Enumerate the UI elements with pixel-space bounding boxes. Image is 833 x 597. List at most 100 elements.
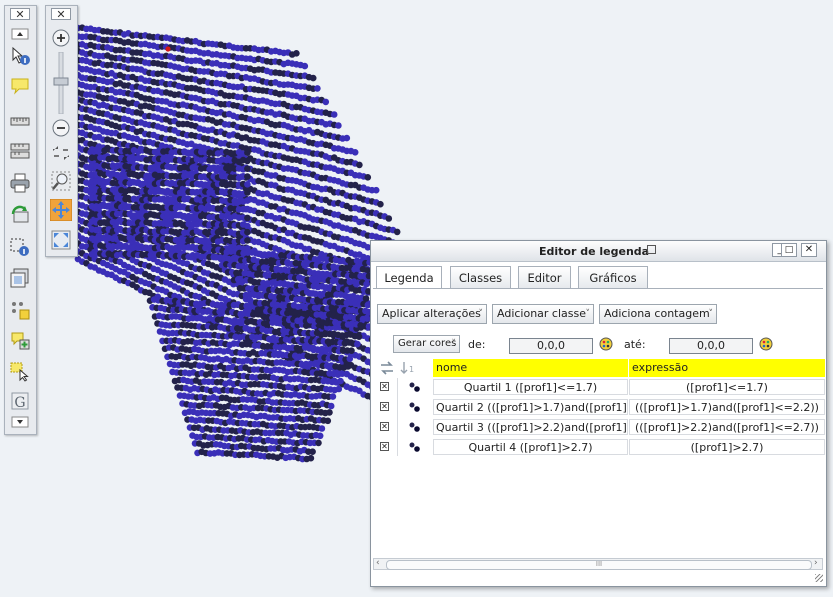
zoom-in-icon[interactable]	[48, 26, 74, 50]
legend-editor-window: Editor de legenda _ □ ✕ Legenda Classes …	[370, 240, 827, 587]
pan-icon[interactable]	[48, 198, 74, 222]
cell-expressao[interactable]: ([prof1]>2.7)	[629, 439, 825, 455]
tab-editor[interactable]: Editor	[518, 266, 571, 288]
cell-nome[interactable]: Quartil 1 ([prof1]<=1.7)	[433, 379, 628, 395]
map-point	[329, 393, 337, 400]
delete-checkbox-icon[interactable]: ✕	[380, 442, 389, 451]
column-header-expressao[interactable]: expressão	[629, 359, 825, 377]
sort-icon[interactable]	[379, 361, 395, 378]
map-point	[355, 333, 363, 341]
zoom-toolbar: ✕	[45, 5, 78, 257]
scroll-right-icon[interactable]: ›	[814, 558, 818, 568]
map-point	[244, 189, 251, 196]
cell-nome[interactable]: Quartil 3 (([prof1]>2.2)and([prof1]<	[433, 419, 628, 435]
chevron-down-icon: ˅	[478, 309, 484, 319]
from-color-field[interactable]: 0,0,0	[509, 338, 593, 354]
table-row[interactable]: ✕ Quartil 4 ([prof1]>2.7) ([prof1]>2.7)	[373, 438, 825, 456]
scroll-down-icon[interactable]	[7, 416, 33, 428]
horizontal-scrollbar[interactable]: ‹ III ›	[373, 558, 823, 570]
maximize-button[interactable]: □	[781, 243, 797, 257]
cell-nome[interactable]: Quartil 2 (([prof1]>1.7)and([prof1]<	[433, 399, 628, 415]
cell-nome[interactable]: Quartil 4 ([prof1]>2.7)	[433, 439, 628, 455]
edit-icon[interactable]	[7, 328, 33, 352]
to-color-field[interactable]: 0,0,0	[669, 338, 753, 354]
close-left-toolbar-button[interactable]: ✕	[10, 8, 30, 20]
cell-expressao[interactable]: (([prof1]>2.2)and([prof1]<=2.7))	[629, 419, 825, 435]
map-point	[244, 197, 251, 204]
map-point	[315, 439, 322, 447]
zoom-slider-icon[interactable]	[48, 52, 74, 114]
map-point	[293, 50, 300, 57]
zoom-out-icon[interactable]	[48, 116, 74, 140]
map-point	[244, 214, 251, 222]
add-class-button[interactable]: Adicionar classe ˅	[492, 304, 594, 324]
measure-distance-icon[interactable]	[7, 109, 33, 133]
scroll-up-icon[interactable]	[7, 28, 33, 40]
select-info-icon[interactable]	[7, 235, 33, 259]
tooltip-icon[interactable]	[7, 74, 33, 98]
map-point	[335, 122, 342, 129]
delete-checkbox-icon[interactable]: ✕	[380, 422, 389, 431]
legend-editor-title: Editor de legenda	[539, 245, 650, 258]
select-features-icon[interactable]	[7, 359, 33, 383]
cell-expressao[interactable]: (([prof1]>1.7)and([prof1]<=2.2))	[629, 399, 825, 415]
chevron-down-icon: ˅	[585, 309, 591, 319]
map-point	[322, 98, 330, 106]
delete-checkbox-icon[interactable]: ✕	[380, 382, 389, 391]
svg-text:G: G	[14, 395, 25, 411]
zoom-box-icon[interactable]	[48, 169, 74, 193]
palette-icon[interactable]	[599, 337, 613, 354]
delete-checkbox-icon[interactable]: ✕	[380, 402, 389, 411]
cell-expressao[interactable]: ([prof1]<=1.7)	[629, 379, 825, 395]
map-point	[307, 454, 315, 462]
table-row[interactable]: ✕ Quartil 3 (([prof1]>2.2)and([prof1]< (…	[373, 418, 825, 436]
table-row[interactable]: ✕ Quartil 2 (([prof1]>1.7)and([prof1]< (…	[373, 398, 825, 416]
extent-icon[interactable]	[48, 228, 74, 252]
map-point	[244, 222, 251, 230]
column-header-nome[interactable]: nome	[433, 359, 628, 377]
add-point-icon[interactable]	[7, 298, 33, 322]
map-point	[244, 228, 251, 236]
map-point	[318, 425, 326, 432]
add-count-button[interactable]: Adiciona contagem ˅	[599, 304, 717, 324]
refresh-icon[interactable]	[7, 203, 33, 227]
legend-editor-titlebar[interactable]: Editor de legenda _ □ ✕	[371, 241, 826, 262]
map-point	[324, 417, 332, 425]
close-window-button[interactable]: ✕	[801, 243, 817, 257]
identify-icon[interactable]	[7, 44, 33, 68]
map-point	[364, 174, 372, 181]
map-point	[348, 347, 355, 355]
map-point	[354, 340, 361, 348]
print-icon[interactable]	[7, 171, 33, 195]
map-point	[326, 409, 333, 416]
map-point	[327, 402, 335, 410]
measure-area-icon[interactable]	[7, 139, 33, 163]
map-point	[314, 85, 321, 92]
tab-legenda[interactable]: Legenda	[376, 266, 442, 288]
scrollbar-thumb[interactable]: III	[386, 560, 812, 570]
resize-grip-icon[interactable]	[815, 574, 823, 582]
map-point	[244, 149, 251, 156]
symbol-icon[interactable]	[408, 402, 422, 412]
close-zoom-toolbar-button[interactable]: ✕	[51, 8, 71, 20]
symbol-icon[interactable]	[408, 422, 422, 432]
apply-changes-button[interactable]: Aplicar alterações ˅	[377, 304, 487, 324]
symbol-icon[interactable]	[408, 442, 422, 452]
scroll-left-icon[interactable]: ‹	[376, 558, 380, 568]
previous-next-icon[interactable]	[48, 141, 74, 165]
map-point	[309, 448, 316, 456]
popout-icon[interactable]	[647, 245, 656, 254]
tab-classes[interactable]: Classes	[450, 266, 511, 288]
tab-graficos[interactable]: Gráficos	[578, 266, 648, 288]
table-row[interactable]: ✕ Quartil 1 ([prof1]<=1.7) ([prof1]<=1.7…	[373, 378, 825, 396]
generate-colors-button[interactable]: Gerar cores ˅	[393, 335, 460, 353]
map-point	[244, 157, 251, 165]
map-point	[344, 363, 352, 370]
google-icon[interactable]: G	[7, 389, 33, 413]
symbol-icon[interactable]	[408, 382, 422, 392]
order-icon[interactable]: 1	[400, 361, 416, 378]
layers-icon[interactable]	[7, 266, 33, 290]
selected-point-marker[interactable]	[165, 46, 171, 52]
palette-icon[interactable]	[759, 337, 773, 354]
map-point	[356, 161, 363, 169]
